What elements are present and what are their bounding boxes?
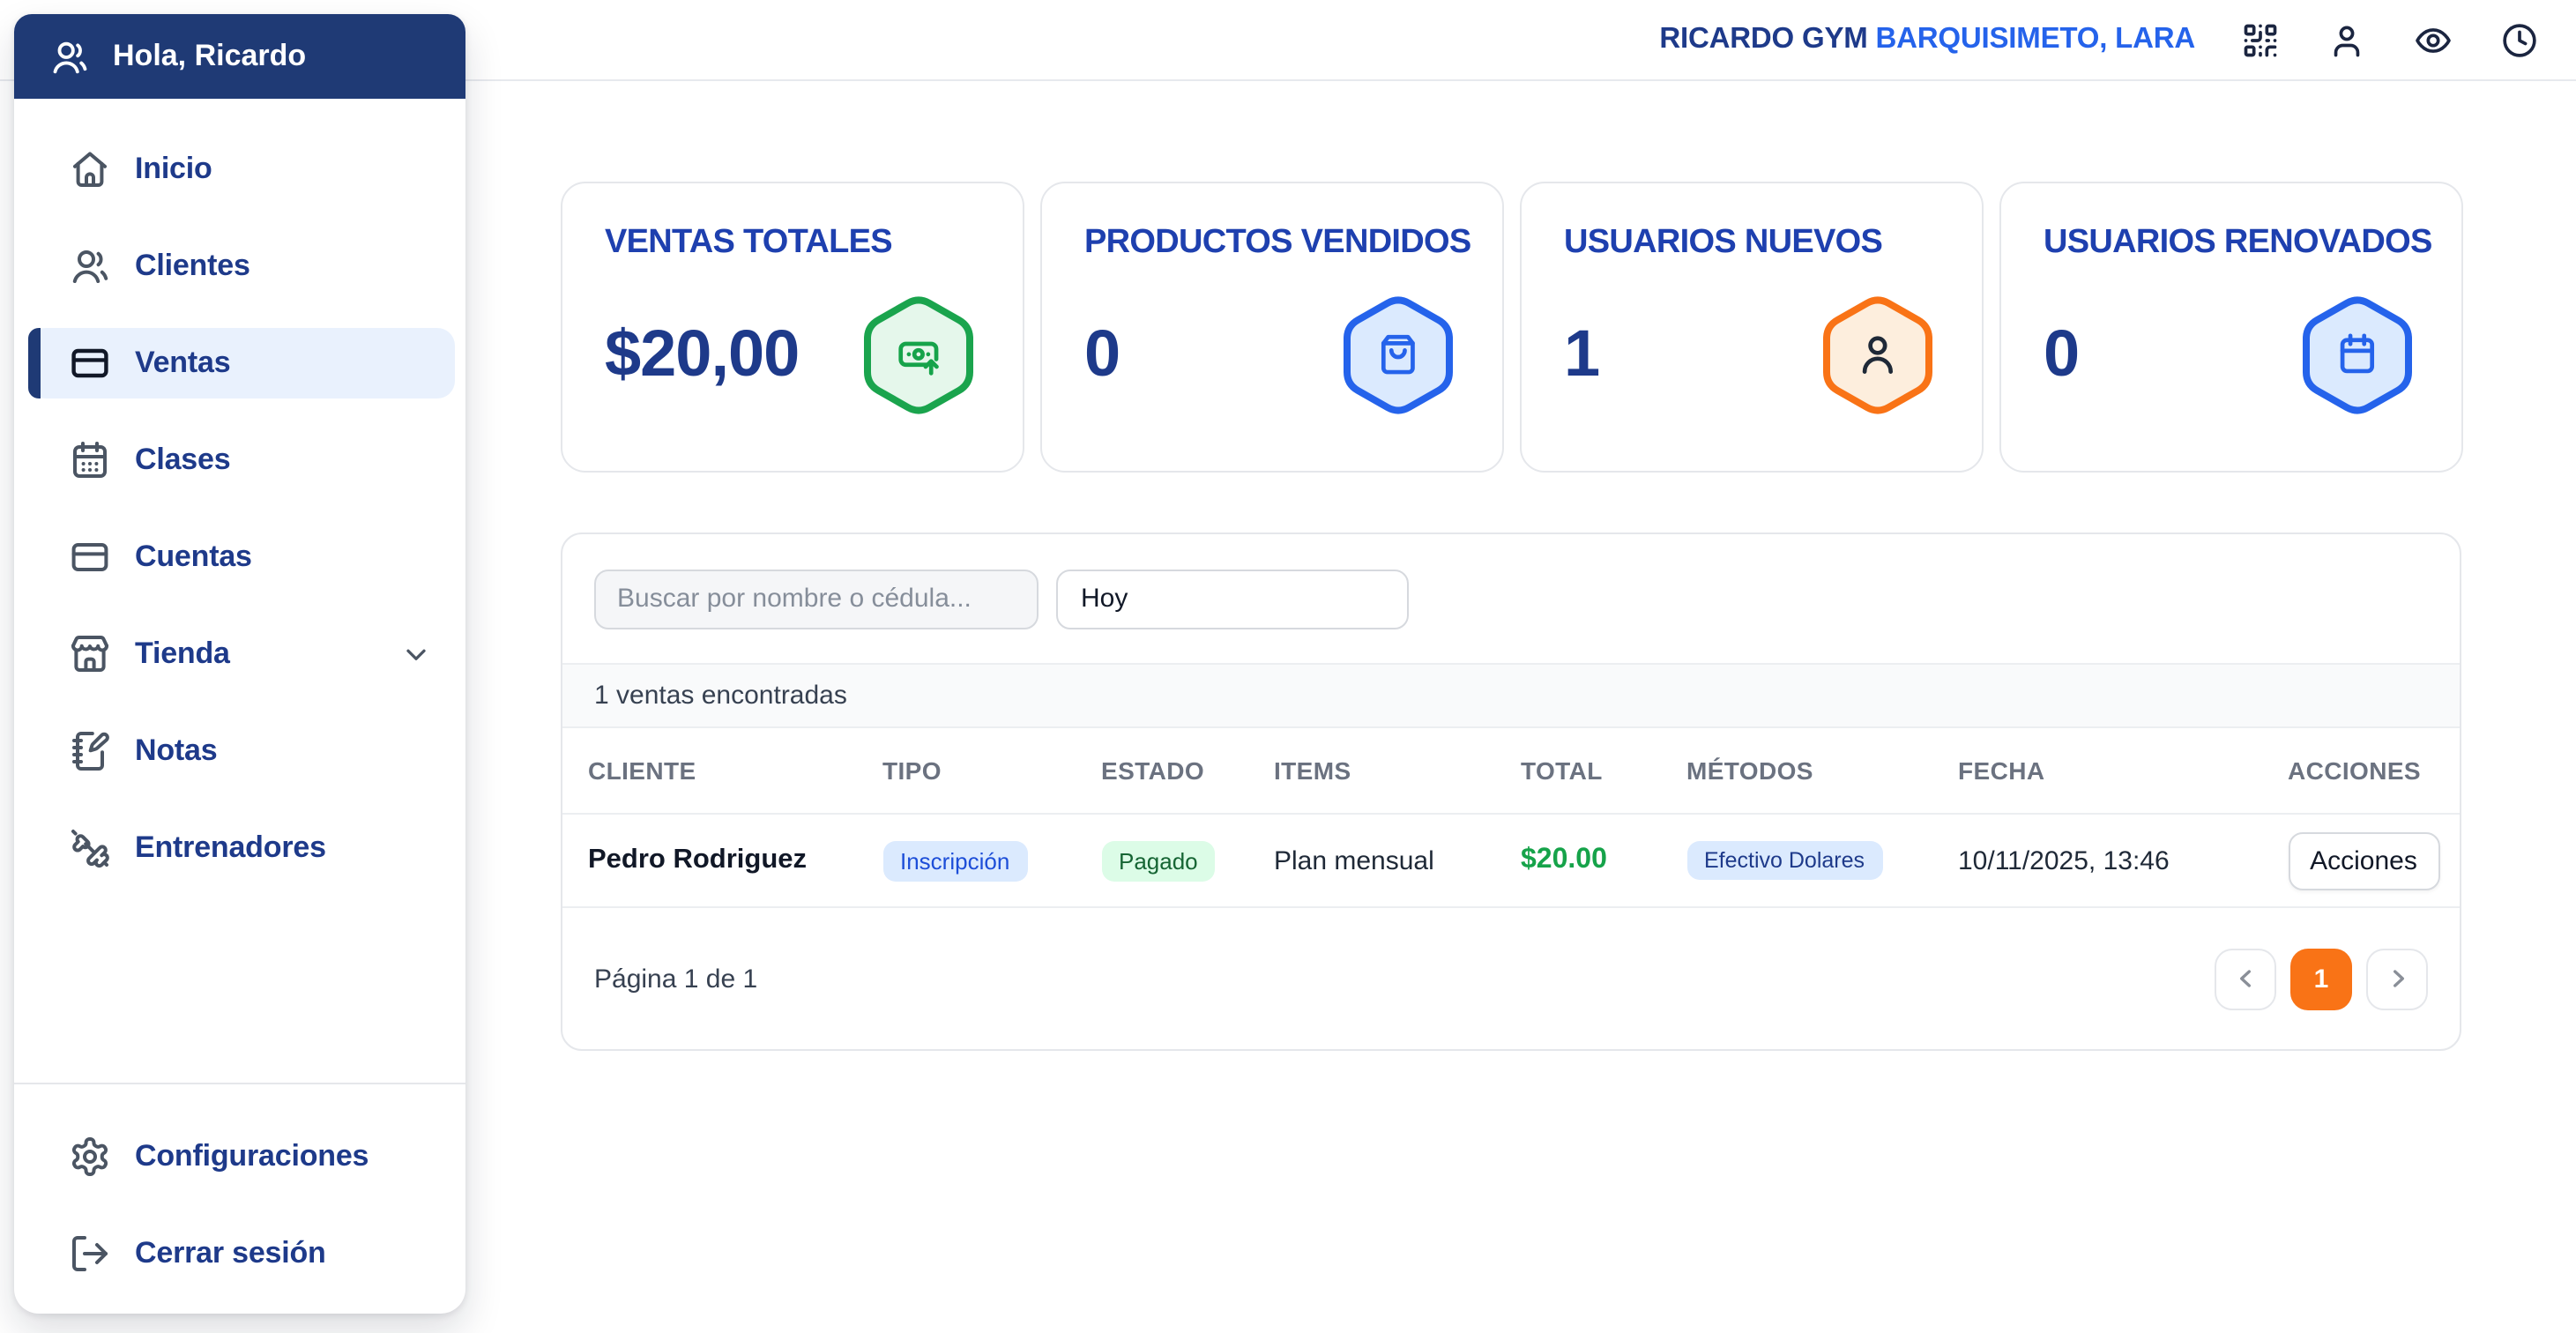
- dumbbell-icon: [71, 830, 108, 868]
- date-filter-select[interactable]: Hoy: [1056, 569, 1409, 629]
- sidebar-item-clientes[interactable]: Clientes: [27, 231, 455, 302]
- gym-title: RICARDO GYM BARQUISIMETO, LARA: [1659, 23, 2195, 56]
- user-icon: [1823, 295, 1932, 413]
- user-icon[interactable]: [2327, 20, 2366, 59]
- pagination-bar: Página 1 de 1 1: [562, 908, 2460, 1049]
- stat-card-usuarios-nuevos: USUARIOS NUEVOS 1: [1520, 182, 1984, 473]
- column-header-total: TOTAL: [1521, 756, 1603, 785]
- column-header-tipo: TIPO: [882, 756, 942, 785]
- table-header-row: CLIENTE TIPO ESTADO ITEMS TOTAL MÉTODOS …: [562, 728, 2460, 815]
- sidebar-footer: Configuraciones Cerrar sesión: [14, 1083, 465, 1314]
- acciones-button[interactable]: Acciones: [2288, 831, 2439, 890]
- next-page-button[interactable]: [2366, 948, 2428, 1009]
- sidebar-item-configuraciones[interactable]: Configuraciones: [27, 1121, 455, 1192]
- qr-code-icon[interactable]: [2241, 20, 2280, 59]
- pagination-controls: 1: [2215, 948, 2428, 1009]
- app-root: RICARDO GYM BARQUISIMETO, LARA Hola, Ric…: [0, 0, 2576, 1333]
- stats-cards: VENTAS TOTALES $20,00 PRODUCTOS VENDIDOS…: [561, 182, 2463, 473]
- notebook-pen-icon: [71, 732, 108, 771]
- results-count: 1 ventas encontradas: [594, 681, 847, 711]
- table-row: Pedro Rodriguez Inscripción Pagado Plan …: [562, 815, 2460, 908]
- sidebar-item-label: Clientes: [135, 249, 250, 282]
- sidebar-item-label: Tienda: [135, 637, 230, 670]
- column-header-cliente: CLIENTE: [588, 756, 696, 785]
- cell-fecha: 10/11/2025, 13:46: [1958, 845, 2170, 875]
- clock-icon[interactable]: [2500, 20, 2539, 59]
- gear-icon: [71, 1137, 107, 1176]
- greeting-label: Hola, Ricardo: [113, 39, 307, 72]
- results-count-bar: 1 ventas encontradas: [562, 663, 2460, 728]
- cell-total: $20.00: [1521, 845, 1607, 875]
- column-header-items: ITEMS: [1274, 756, 1351, 785]
- sidebar-item-ventas[interactable]: Ventas: [27, 328, 455, 398]
- calendar-days-icon: [72, 442, 106, 478]
- current-page-button[interactable]: 1: [2290, 948, 2352, 1009]
- tipo-badge: Inscripción: [882, 840, 1028, 881]
- sidebar-item-label: Notas: [135, 734, 218, 767]
- sales-filters: Hoy: [562, 534, 2460, 663]
- stat-value: 1: [1564, 317, 1600, 390]
- sidebar-nav: Inicio Clientes Ventas Clases Cuentas Ti…: [14, 99, 465, 910]
- sidebar-item-label: Cuentas: [135, 540, 252, 573]
- sidebar-item-label: Clases: [135, 443, 231, 476]
- metodo-badge: Efectivo Dolares: [1686, 841, 1883, 880]
- sidebar-item-label: Cerrar sesión: [135, 1236, 326, 1270]
- users-icon: [71, 250, 108, 283]
- credit-card-icon: [71, 543, 108, 571]
- stat-card-ventas-totales: VENTAS TOTALES $20,00: [561, 182, 1024, 473]
- chevron-right-icon: [2393, 970, 2403, 987]
- store-icon: [71, 636, 108, 672]
- stat-title: PRODUCTOS VENDIDOS: [1084, 224, 1471, 261]
- sidebar-item-clases[interactable]: Clases: [27, 425, 455, 495]
- column-header-fecha: FECHA: [1958, 756, 2045, 785]
- calendar-icon: [2303, 295, 2412, 413]
- sidebar: Hola, Ricardo Inicio Clientes Ventas Cla…: [14, 14, 465, 1314]
- chevron-down-icon: [400, 638, 432, 670]
- sidebar-item-label: Inicio: [135, 152, 212, 185]
- search-input[interactable]: [594, 569, 1039, 629]
- column-header-estado: ESTADO: [1101, 756, 1204, 785]
- shopping-bag-icon: [1344, 295, 1453, 413]
- chevron-left-icon: [2239, 970, 2250, 987]
- sidebar-item-inicio[interactable]: Inicio: [27, 134, 455, 205]
- stat-value: 0: [2044, 317, 2080, 390]
- banknote-arrow-up-icon: [864, 295, 973, 413]
- gym-name: RICARDO GYM: [1659, 23, 1868, 55]
- gym-location: BARQUISIMETO, LARA: [1867, 23, 2196, 55]
- stat-value: 0: [1084, 317, 1120, 390]
- log-out-icon: [71, 1236, 107, 1271]
- sidebar-item-label: Entrenadores: [135, 830, 326, 864]
- users-icon: [53, 41, 87, 73]
- stat-value: $20,00: [605, 317, 800, 390]
- stat-title: VENTAS TOTALES: [605, 224, 893, 261]
- sidebar-item-notas[interactable]: Notas: [27, 716, 455, 786]
- previous-page-button[interactable]: [2215, 948, 2276, 1009]
- stat-card-usuarios-renovados: USUARIOS RENOVADOS 0: [1999, 182, 2463, 473]
- top-bar-icons: [2241, 20, 2539, 59]
- sidebar-item-label: Configuraciones: [135, 1139, 369, 1173]
- cell-items: Plan mensual: [1274, 845, 1434, 875]
- column-header-acciones: ACCIONES: [2288, 756, 2421, 785]
- sidebar-item-cuentas[interactable]: Cuentas: [27, 522, 455, 592]
- date-filter-value: Hoy: [1081, 584, 1128, 614]
- home-icon: [72, 152, 106, 187]
- credit-card-icon: [71, 348, 108, 378]
- column-header-metodos: MÉTODOS: [1686, 756, 1813, 785]
- stat-title: USUARIOS RENOVADOS: [2044, 224, 2432, 261]
- sales-panel: Hoy 1 ventas encontradas CLIENTE TIPO ES…: [561, 532, 2461, 1051]
- sidebar-item-label: Ventas: [135, 346, 231, 379]
- pagination-label: Página 1 de 1: [594, 964, 758, 994]
- cell-cliente: Pedro Rodriguez: [588, 845, 808, 875]
- sidebar-item-cerrar-sesion[interactable]: Cerrar sesión: [27, 1218, 455, 1289]
- sidebar-item-tienda[interactable]: Tienda: [27, 619, 455, 689]
- stat-card-productos-vendidos: PRODUCTOS VENDIDOS 0: [1040, 182, 1504, 473]
- sidebar-item-entrenadores[interactable]: Entrenadores: [27, 813, 455, 883]
- eye-icon[interactable]: [2414, 20, 2453, 59]
- stat-title: USUARIOS NUEVOS: [1564, 224, 1883, 261]
- estado-badge: Pagado: [1101, 840, 1216, 881]
- sidebar-greeting: Hola, Ricardo: [14, 14, 465, 99]
